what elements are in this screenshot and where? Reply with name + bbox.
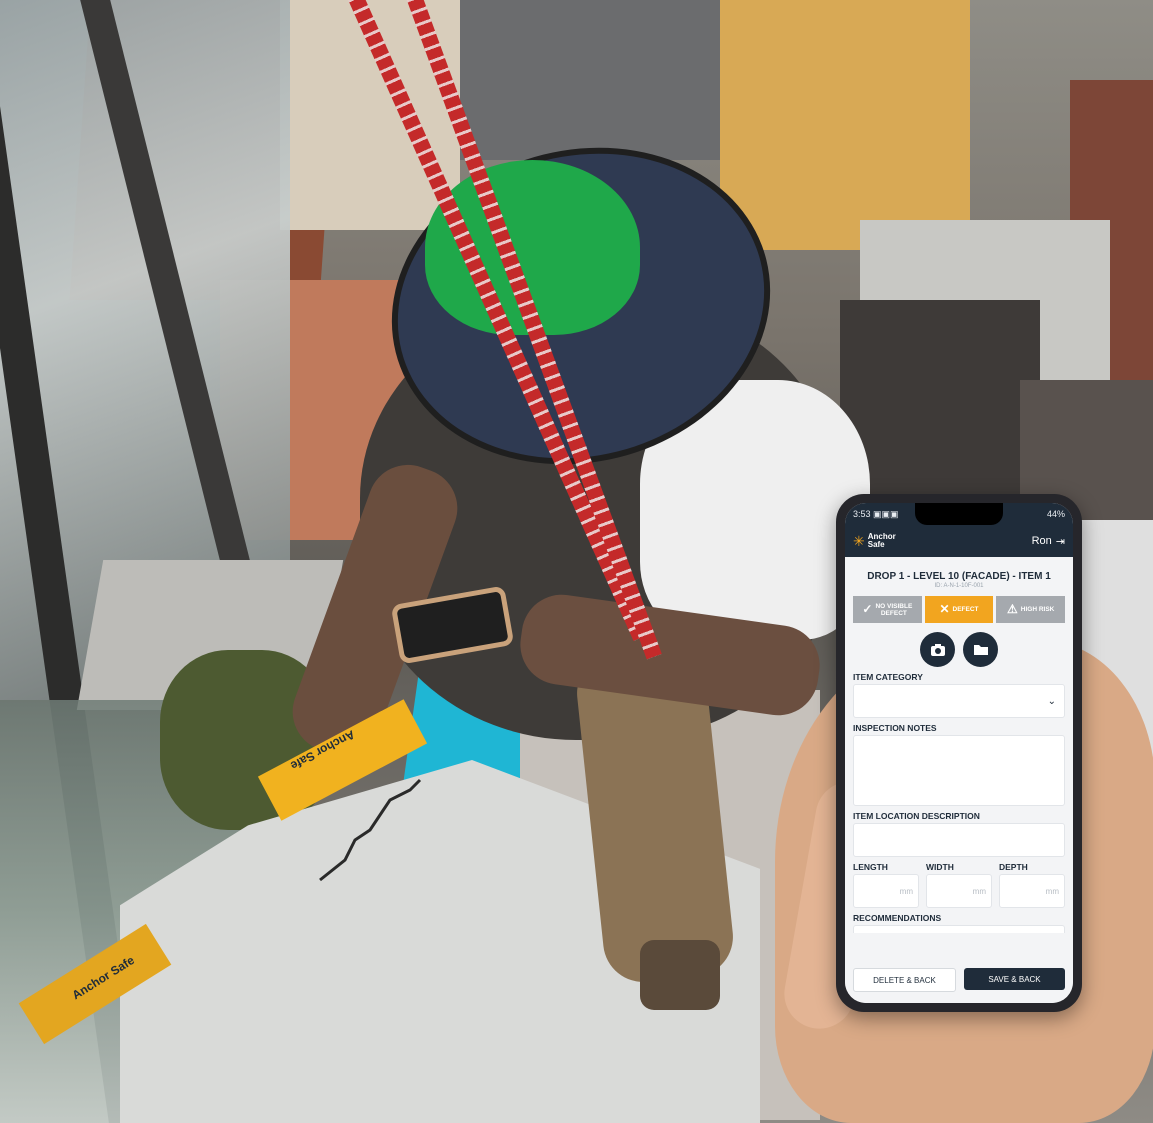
recommendations-label: RECOMMENDATIONS [853, 913, 942, 923]
defect-button[interactable]: ✕ DEFECT [924, 596, 994, 623]
user-logout[interactable]: Ron ⇥ [1032, 535, 1065, 548]
item-location-input[interactable] [853, 823, 1065, 857]
anchor-safe-logo: ✳ Anchor Safe [853, 533, 896, 549]
length-label: LENGTH [853, 862, 888, 872]
delete-back-button[interactable]: DELETE & BACK [853, 968, 956, 992]
item-title: DROP 1 - LEVEL 10 (FACADE) - ITEM 1 [867, 571, 1051, 582]
recommendations-input[interactable] [853, 925, 1065, 933]
roof [840, 300, 1040, 500]
depth-input[interactable]: mm [999, 874, 1065, 908]
camera-notch [915, 503, 1003, 525]
roof [460, 0, 740, 160]
width-label: WIDTH [926, 862, 954, 872]
camera-button[interactable] [920, 632, 955, 667]
inspection-notes-label: INSPECTION NOTES [853, 723, 937, 733]
x-icon: ✕ [939, 602, 950, 616]
boot [640, 940, 720, 1010]
inspection-form: DROP 1 - LEVEL 10 (FACADE) - ITEM 1 ID: … [845, 557, 1073, 1003]
save-back-button[interactable]: SAVE & BACK [964, 968, 1065, 990]
warning-icon: ⚠ [1007, 602, 1018, 616]
logout-icon: ⇥ [1055, 535, 1065, 548]
status-time: 3:53 ▣▣▣ [853, 508, 899, 519]
chevron-down-icon: ⌄ [1047, 695, 1056, 707]
length-input[interactable]: mm [853, 874, 919, 908]
inspection-notes-input[interactable] [853, 735, 1065, 806]
item-location-label: ITEM LOCATION DESCRIPTION [853, 811, 980, 821]
media-buttons [853, 632, 1065, 667]
camera-icon [930, 643, 945, 656]
folder-button[interactable] [963, 632, 998, 667]
building-yellow [720, 0, 970, 250]
phone-screen: 3:53 ▣▣▣ 44% ✳ Anchor Safe Ron ⇥ DROP 1 -… [845, 503, 1073, 1003]
depth-label: DEPTH [999, 862, 1028, 872]
item-id: ID: A-N-1-10F-001 [934, 583, 984, 589]
no-visible-defect-button[interactable]: ✓ NO VISIBLE DEFECT [853, 596, 922, 623]
battery-indicator: 44% [1046, 509, 1065, 519]
folder-icon [973, 645, 988, 655]
user-name: Ron [1031, 535, 1052, 547]
star-icon: ✳ [853, 533, 865, 549]
width-input[interactable]: mm [926, 874, 992, 908]
check-icon: ✓ [862, 602, 873, 616]
status-selector: ✓ NO VISIBLE DEFECT ✕ DEFECT ⚠ HIGH RISK [853, 596, 1066, 623]
action-bar: DELETE & BACK SAVE & BACK [845, 963, 1073, 1003]
item-category-label: ITEM CATEGORY [853, 672, 923, 682]
item-category-select[interactable]: ⌄ [853, 684, 1065, 718]
logo-line2: Safe [867, 540, 885, 549]
phone: 3:53 ▣▣▣ 44% ✳ Anchor Safe Ron ⇥ DROP 1 -… [836, 494, 1082, 1012]
dimensions-row: LENGTH mm WIDTH mm DEPTH mm [853, 862, 1065, 908]
app-header: ✳ Anchor Safe Ron ⇥ [845, 525, 1073, 557]
high-risk-button[interactable]: ⚠ HIGH RISK [996, 596, 1066, 623]
